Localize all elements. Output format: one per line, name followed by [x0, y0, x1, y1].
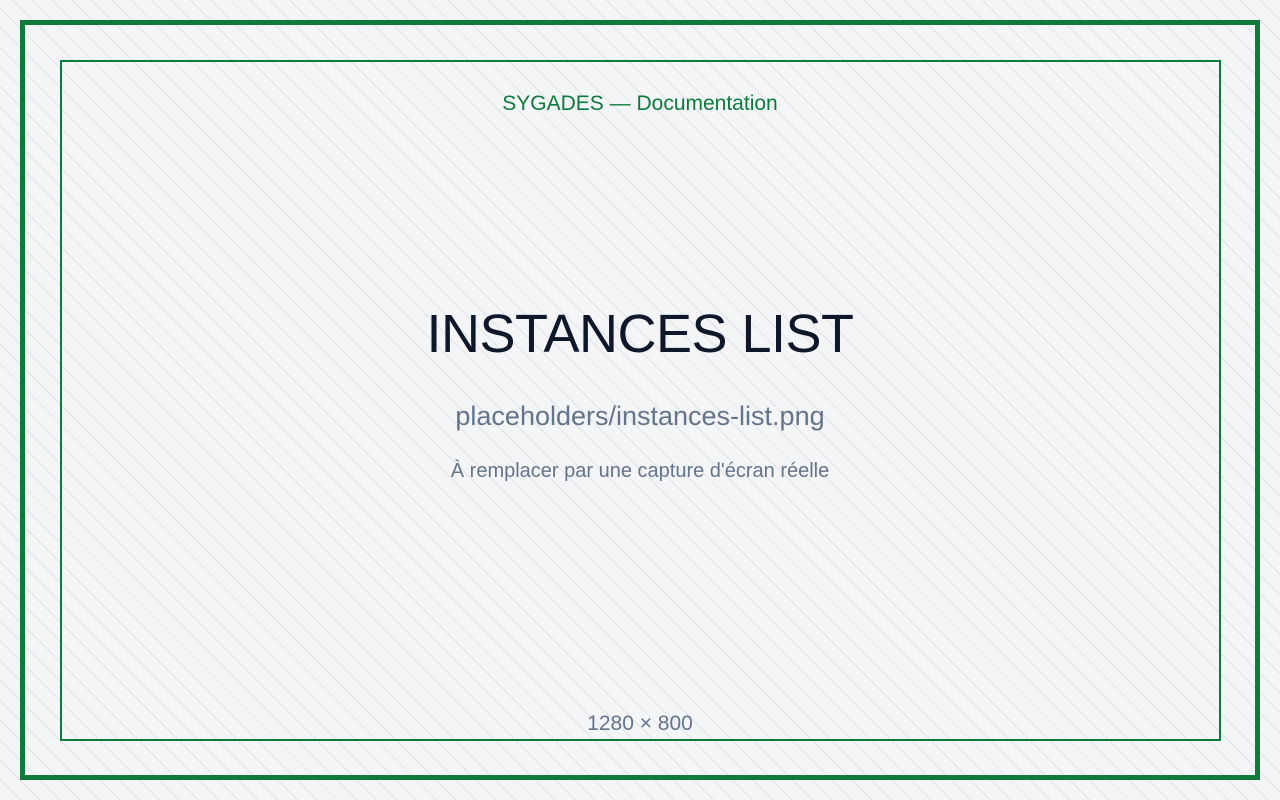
placeholder-dimensions: 1280 × 800 — [587, 712, 693, 735]
placeholder-title: INSTANCES LIST — [426, 304, 854, 364]
doc-header-title: SYGADES — Documentation — [502, 92, 778, 115]
placeholder-note: À remplacer par une capture d'écran réel… — [450, 460, 830, 482]
placeholder-file-path: placeholders/instances-list.png — [455, 401, 825, 431]
